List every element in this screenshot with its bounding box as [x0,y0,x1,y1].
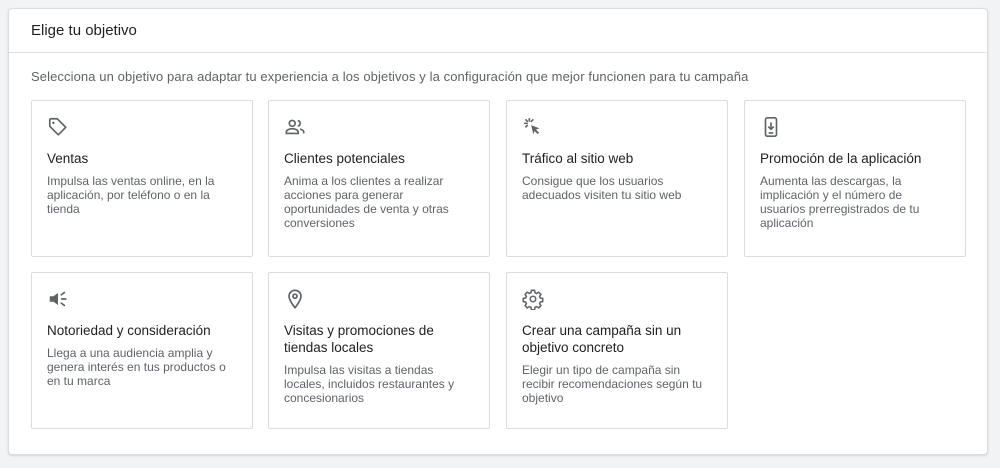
objective-card-notoriedad[interactable]: Notoriedad y consideración Llega a una a… [31,272,253,429]
card-title: Visitas y promociones de tiendas locales [284,323,434,355]
objective-card-visitas-tiendas[interactable]: Visitas y promociones de tiendas locales… [268,272,490,429]
objective-card-sin-objetivo[interactable]: Crear una campaña sin un objetivo concre… [506,272,728,429]
people-icon [284,116,306,138]
panel-title: Elige tu objetivo [9,9,987,53]
objective-card-clientes-potenciales[interactable]: Clientes potenciales Anima a los cliente… [268,100,490,257]
card-title: Ventas [47,151,89,166]
card-description: Consigue que los usuarios adecuados visi… [522,174,682,202]
card-description: Aumenta las descargas, la implicación y … [760,174,920,230]
speaker-icon [47,288,69,310]
card-description: Anima a los clientes a realizar acciones… [284,174,449,230]
card-description: Impulsa las visitas a tiendas locales, i… [284,363,455,405]
objective-panel: Elige tu objetivo Selecciona un objetivo… [8,8,988,455]
card-title: Crear una campaña sin un objetivo concre… [522,323,682,355]
location-pin-icon [284,288,306,310]
objective-card-trafico-sitio-web[interactable]: Tráfico al sitio web Consigue que los us… [506,100,728,257]
card-description: Llega a una audiencia amplia y genera in… [47,346,226,388]
cursor-click-icon [522,116,544,138]
gear-icon [522,288,544,310]
card-description: Impulsa las ventas online, en la aplicac… [47,174,215,216]
tag-icon [47,116,69,138]
card-title: Clientes potenciales [284,151,405,166]
objective-card-promocion-aplicacion[interactable]: Promoción de la aplicación Aumenta las d… [744,100,966,257]
card-title: Tráfico al sitio web [522,151,634,166]
card-description: Elegir un tipo de campaña sin recibir re… [522,363,703,405]
phone-download-icon [760,116,782,138]
card-title: Promoción de la aplicación [760,151,922,166]
card-title: Notoriedad y consideración [47,323,211,338]
panel-subtitle: Selecciona un objetivo para adaptar tu e… [31,69,749,84]
objective-card-ventas[interactable]: Ventas Impulsa las ventas online, en la … [31,100,253,257]
